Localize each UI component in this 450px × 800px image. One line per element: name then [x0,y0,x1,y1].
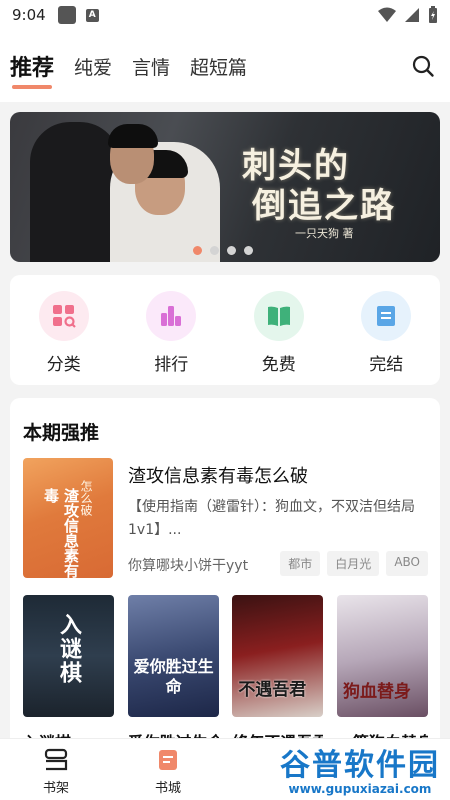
nav-bookshelf[interactable]: 书架 [0,739,112,800]
tab-recommend[interactable]: 推荐 [10,50,54,89]
banner-illustration [30,122,120,262]
pagination-dot[interactable] [244,246,253,255]
book-card[interactable]: 不遇吾君 终年不遇吾君 [232,595,324,747]
search-button[interactable] [406,49,440,83]
tag[interactable]: 白月光 [327,551,380,576]
quick-link-label: 分类 [46,355,81,375]
tag[interactable]: 都市 [280,551,321,576]
banner-pagination [193,246,253,255]
tab-boys-love[interactable]: 纯爱 [74,53,112,80]
book-cover: 渣攻信息素有毒 怎么破 [23,458,113,578]
cover-title: 不遇吾君 [238,680,307,700]
quick-link-ranking[interactable]: 排行 [131,291,211,375]
book-tags: 都市 白月光 ABO [280,551,428,576]
status-bar: 9:04 A [0,0,450,30]
bookstore-icon [159,750,177,770]
nav-bookstore[interactable]: 书城 [112,739,224,800]
quick-link-label: 排行 [154,355,189,375]
tab-short-stories[interactable]: 超短篇 [190,53,247,80]
book-card[interactable]: 入谜棋 入谜棋 [23,595,114,747]
cover-title: 入谜棋 [56,613,82,685]
nav-label: 书城 [154,781,181,796]
banner-figure-hair-2 [108,124,158,148]
book-card[interactable]: 狗血替身 一篇狗血替身 [336,595,428,747]
book-title: 渣攻信息素有毒怎么破 [128,466,308,487]
pagination-dot[interactable] [227,246,236,255]
banner-author: 一只天狗 著 [295,227,354,240]
book-card[interactable]: 爱你胜过生命 爱你胜过生命 [127,595,219,747]
featured-book[interactable]: 渣攻信息素有毒 怎么破 渣攻信息素有毒怎么破 【使用指南（避雷针）：狗血文，不双… [23,458,428,580]
bookshelf-icon [44,748,68,771]
book-open-icon [253,291,304,341]
quick-link-free[interactable]: 免费 [239,291,319,375]
pagination-dot[interactable] [210,246,219,255]
cover-title: 爱你胜过生命 [133,657,214,696]
notification-icon [57,6,76,24]
book-cover: 入谜棋 [23,595,114,717]
book-grid: 入谜棋 入谜棋 爱你胜过生命 爱你胜过生命 不遇吾君 终年不遇吾君 狗血替身 一… [23,595,428,747]
banner-title-line2: 倒追之路 [252,186,396,226]
quick-link-label: 免费 [261,355,296,375]
book-cover: 爱你胜过生命 [127,595,219,717]
cover-title-2: 怎么破 [79,480,93,516]
cover-title: 渣攻信息素有毒 [42,488,80,578]
promo-banner[interactable]: 刺头的 倒追之路 一只天狗 著 [10,112,440,262]
quick-links: 分类 排行 免费 完结 [10,275,440,385]
ranking-icon [146,291,197,341]
finished-icon [361,291,412,341]
tag[interactable]: ABO [386,551,428,576]
book-cover: 狗血替身 [336,595,428,717]
quick-link-finished[interactable]: 完结 [346,291,426,375]
quick-link-category[interactable]: 分类 [24,291,104,375]
cover-title: 狗血替身 [342,682,411,702]
quick-link-label: 完结 [369,355,404,375]
tab-romance[interactable]: 言情 [132,53,170,80]
nav-label: 书架 [42,781,69,796]
top-tab-bar: 推荐 纯爱 言情 超短篇 [0,30,450,102]
signal-icon [405,8,419,22]
status-time: 9:04 [12,6,46,24]
banner-title-line1: 刺头的 [242,146,350,186]
book-description: 【使用指南（避雷针）：狗血文，不双洁但结局1v1】... [128,499,415,538]
section-title: 本期强推 [23,422,100,444]
wifi-icon [378,7,396,22]
search-icon [412,55,434,77]
bottom-nav: 书架 书城 [0,738,450,800]
category-icon [38,291,89,341]
battery-icon [429,6,437,23]
pagination-dot[interactable] [193,246,202,255]
book-cover: 不遇吾君 [232,595,324,717]
app-notification-icon: A [85,8,99,22]
book-author: 你算哪块小饼干yyt [128,558,249,574]
banner-title: 刺头的 倒追之路 [242,146,396,226]
featured-section: 本期强推 渣攻信息素有毒 怎么破 渣攻信息素有毒怎么破 【使用指南（避雷针）：狗… [10,398,440,747]
